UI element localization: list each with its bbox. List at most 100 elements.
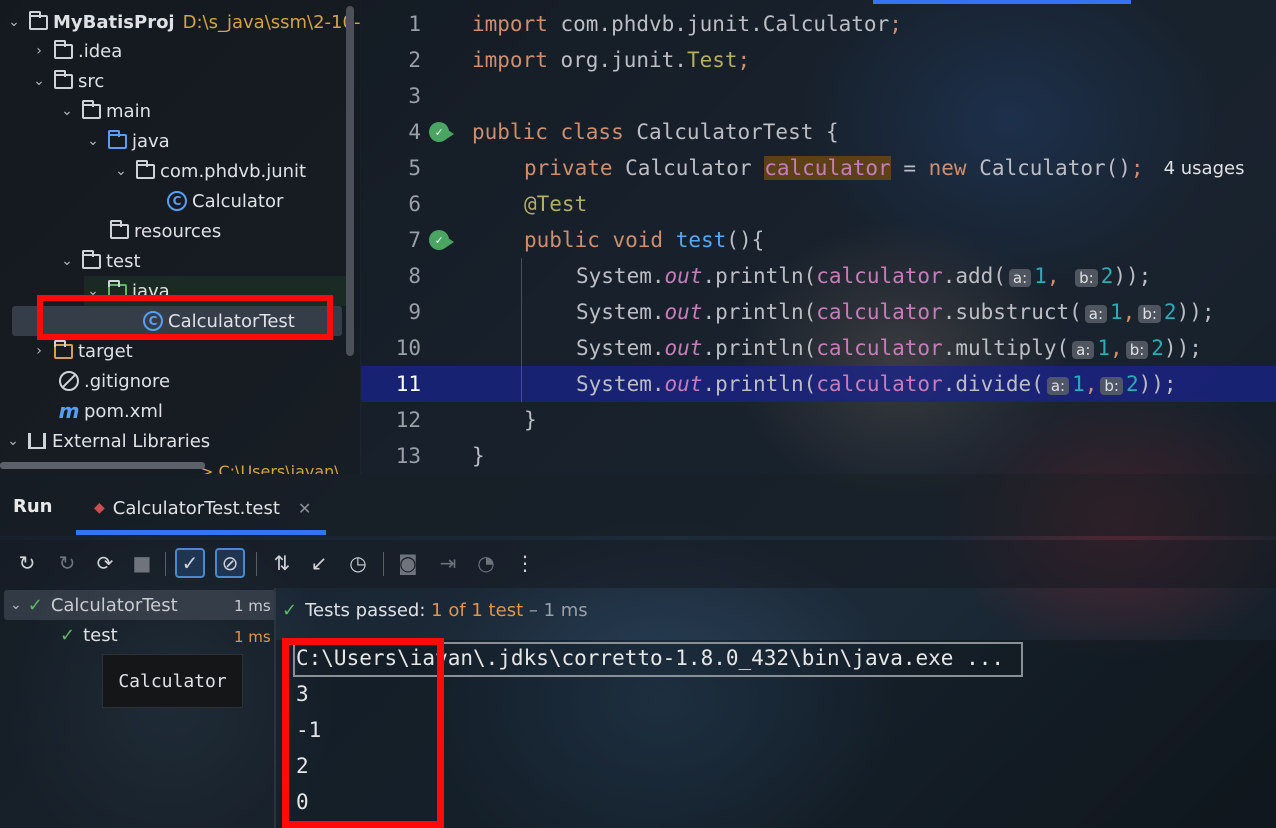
excluded-folder-icon: [52, 339, 74, 361]
source-folder-icon: [106, 129, 128, 151]
test-tree-item-class[interactable]: ⌄ ✓ CalculatorTest: [10, 590, 178, 620]
chevron-down-icon[interactable]: ⌄: [4, 433, 22, 449]
passed-check-icon: ✓: [60, 624, 76, 646]
sort-icon[interactable]: ⇅: [267, 548, 297, 578]
tree-item-package[interactable]: ⌄ com.phdvb.junit: [112, 156, 360, 186]
run-test-class-icon[interactable]: ✓: [429, 122, 454, 142]
show-passed-icon[interactable]: ✓: [175, 548, 205, 578]
history-icon[interactable]: ◷: [343, 548, 373, 578]
stop-icon[interactable]: ■: [127, 548, 157, 578]
tree-item-calculator[interactable]: C Calculator: [162, 186, 360, 216]
tree-item-jdk-partial[interactable]: > C:\Users\iavan\: [200, 456, 360, 475]
code-line[interactable]: 7 ✓ public void test(){: [361, 222, 1276, 258]
code-line[interactable]: 1 import com.phdvb.junit.Calculator;: [361, 6, 1276, 42]
code-line[interactable]: 12 }: [361, 402, 1276, 438]
tree-item-gitignore[interactable]: .gitignore: [54, 366, 360, 396]
editor-tab-indicator: [873, 0, 1131, 4]
code-line[interactable]: 9 System.out.println(calculator.substruc…: [361, 294, 1276, 330]
test-tree-item-method[interactable]: ✓ test: [60, 620, 118, 650]
close-icon[interactable]: ✕: [298, 499, 311, 518]
chevron-down-icon[interactable]: ⌄: [58, 103, 76, 119]
tree-horizontal-scrollbar[interactable]: [0, 462, 205, 469]
folder-icon: [52, 39, 74, 61]
passed-check-icon: ✓: [27, 594, 43, 616]
line-number: 7: [408, 228, 421, 252]
tree-item-label: Calculator: [192, 190, 284, 212]
line-number: 13: [395, 444, 421, 468]
rerun-icon[interactable]: ↻: [12, 548, 42, 578]
usages-inlay-hint[interactable]: 4 usages: [1164, 158, 1245, 179]
code-line[interactable]: 6 @Test: [361, 186, 1276, 222]
tree-item-label: > C:\Users\iavan\: [200, 461, 340, 475]
chevron-down-icon[interactable]: ⌄: [10, 597, 22, 613]
tree-item-label: com.phdvb.junit: [160, 160, 307, 182]
code-line[interactable]: 8 System.out.println(calculator.add(a: 1,…: [361, 258, 1276, 294]
tree-item-idea[interactable]: › .idea: [30, 36, 360, 66]
code-line[interactable]: 13 }: [361, 438, 1276, 474]
import-icon[interactable]: ⇥: [433, 548, 463, 578]
param-hint: b:: [1100, 377, 1123, 395]
code-line[interactable]: 10 System.out.println(calculator.multipl…: [361, 330, 1276, 366]
class-icon: C: [166, 191, 188, 211]
chevron-down-icon[interactable]: ⌄: [5, 14, 23, 30]
code-text: System.out.println(calculator.divide(a: 1…: [576, 372, 1177, 396]
chevron-down-icon[interactable]: ⌄: [30, 73, 48, 89]
tree-vertical-scrollbar[interactable]: [346, 6, 354, 356]
code-line[interactable]: 4 ✓ public class CalculatorTest {: [361, 114, 1276, 150]
rerun-failed-icon[interactable]: ↻: [52, 548, 82, 578]
chevron-down-icon[interactable]: ⌄: [112, 163, 130, 179]
chevron-down-icon[interactable]: ⌄: [84, 133, 102, 149]
param-hint: a:: [1008, 269, 1032, 287]
show-ignored-icon[interactable]: ⊘: [215, 548, 245, 578]
code-line[interactable]: 3: [361, 78, 1276, 114]
line-number: 10: [395, 336, 421, 360]
line-number: 11: [395, 372, 421, 396]
param-hint: a:: [1084, 305, 1108, 323]
root-project-path: D:\s_java\ssm\2-10-: [182, 11, 360, 33]
tree-item-main[interactable]: ⌄ main: [58, 96, 360, 126]
line-number: 2: [408, 48, 421, 72]
tree-item-target[interactable]: › target: [30, 336, 360, 366]
tree-item-main-java[interactable]: ⌄ java: [84, 126, 360, 156]
tree-item-src[interactable]: ⌄ src: [30, 66, 360, 96]
tree-item-label: target: [78, 340, 133, 362]
tree-item-external-libraries[interactable]: ⌄ External Libraries: [4, 426, 350, 456]
toggle-auto-test-icon[interactable]: ⟳: [90, 548, 120, 578]
chevron-right-icon[interactable]: ›: [30, 43, 48, 59]
param-hint: b:: [1138, 305, 1161, 323]
tree-item-label: pom.xml: [84, 400, 163, 422]
run-test-method-icon[interactable]: ✓: [429, 230, 454, 250]
tree-item-resources[interactable]: resources: [92, 216, 360, 246]
chevron-right-icon[interactable]: ›: [30, 343, 48, 359]
line-number: 3: [408, 84, 421, 108]
test-duration: 1 ms: [234, 628, 271, 646]
line-number: 12: [395, 408, 421, 432]
tree-item-pom[interactable]: m pom.xml: [54, 396, 360, 426]
code-line-current[interactable]: 11 System.out.println(calculator.divide(…: [361, 366, 1276, 402]
line-number: 9: [408, 300, 421, 324]
coverage-icon[interactable]: ◔: [471, 548, 501, 578]
tree-item-label: External Libraries: [52, 430, 211, 452]
param-hint: b:: [1125, 341, 1149, 359]
run-tab-calculator-test[interactable]: ◆ CalculatorTest.test ✕: [76, 480, 326, 536]
tooltip: Calculator: [102, 654, 243, 708]
indent-guide: [521, 258, 522, 402]
line-number: 5: [408, 156, 421, 180]
tree-item-test[interactable]: ⌄ test: [58, 246, 360, 276]
code-text: private Calculator calculator = new Calc…: [524, 156, 1144, 180]
code-editor[interactable]: 1 import com.phdvb.junit.Calculator; 2 i…: [361, 0, 1276, 474]
camera-icon[interactable]: ◙: [393, 548, 423, 578]
tree-root-row[interactable]: ⌄ MyBatisProj D:\s_java\ssm\2-10-: [0, 7, 360, 37]
tree-item-label: .idea: [78, 40, 123, 62]
folder-icon: [80, 249, 102, 271]
code-text: }: [472, 444, 485, 468]
code-line[interactable]: 2 import org.junit.Test;: [361, 42, 1276, 78]
param-hint: a:: [1072, 341, 1095, 359]
more-options-icon[interactable]: ⋮: [510, 548, 540, 578]
chevron-down-icon[interactable]: ⌄: [58, 253, 76, 269]
test-run-icon: ◆: [94, 500, 105, 516]
collapse-icon[interactable]: ↙: [304, 548, 334, 578]
code-line[interactable]: 5 private Calculator calculator = new Ca…: [361, 150, 1276, 186]
code-text: import com.phdvb.junit.Calculator;: [472, 12, 902, 36]
code-text: import org.junit.Test;: [472, 48, 751, 72]
